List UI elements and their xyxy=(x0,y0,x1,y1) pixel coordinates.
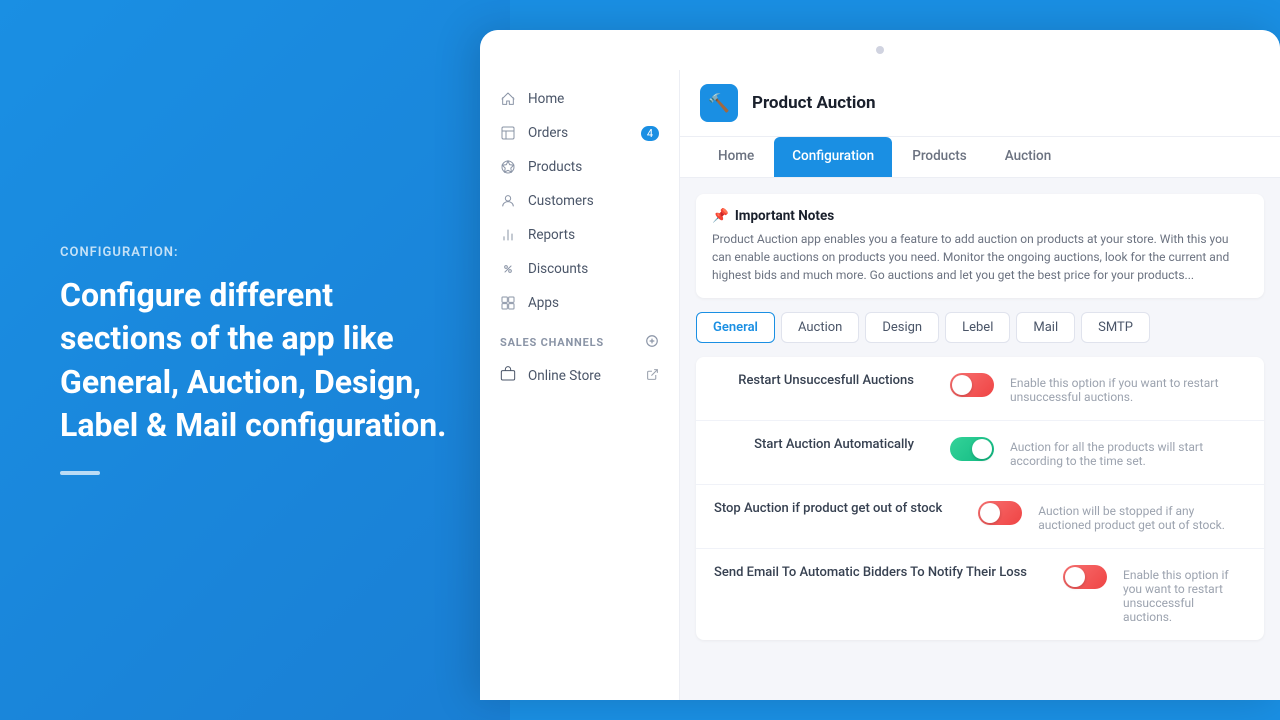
reports-icon xyxy=(500,227,516,243)
setting-row-restart: Restart Unsuccesfull Auctions Enable thi… xyxy=(696,357,1264,421)
setting-row-stop-out-of-stock: Stop Auction if product get out of stock… xyxy=(696,485,1264,549)
topbar-dot xyxy=(876,46,884,54)
home-icon xyxy=(500,91,516,107)
apps-icon xyxy=(500,295,516,311)
sidebar: Home Orders 4 Products xyxy=(480,70,680,700)
sidebar-item-customers[interactable]: Customers xyxy=(480,184,679,218)
setting-label-stop-oos: Stop Auction if product get out of stock xyxy=(714,501,962,516)
important-notes-box: 📌 Important Notes Product Auction app en… xyxy=(696,194,1264,298)
sidebar-orders-label: Orders xyxy=(528,125,568,141)
settings-section: Restart Unsuccesfull Auctions Enable thi… xyxy=(696,357,1264,640)
config-tab-label[interactable]: Lebel xyxy=(945,312,1010,343)
sidebar-item-products[interactable]: Products xyxy=(480,150,679,184)
setting-desc-restart: Enable this option if you want to restar… xyxy=(1010,376,1246,404)
app-header: 🔨 Product Auction xyxy=(680,70,1280,137)
config-tab-design[interactable]: Design xyxy=(865,312,939,343)
notes-text: Product Auction app enables you a featur… xyxy=(712,230,1248,284)
app-title: Product Auction xyxy=(752,93,876,113)
setting-desc-send-email: Enable this option if you want to restar… xyxy=(1123,568,1246,624)
notes-icon: 📌 xyxy=(712,208,729,224)
toggle-restart[interactable] xyxy=(950,373,994,397)
config-tab-auction[interactable]: Auction xyxy=(781,312,859,343)
config-heading: Configure different sections of the app … xyxy=(60,274,450,447)
add-channel-icon[interactable] xyxy=(645,334,659,351)
sidebar-home-label: Home xyxy=(528,91,564,107)
tab-auction[interactable]: Auction xyxy=(987,137,1070,177)
config-tab-general[interactable]: General xyxy=(696,312,775,343)
sidebar-reports-label: Reports xyxy=(528,227,575,243)
toggle-stop-oos[interactable] xyxy=(978,501,1022,525)
toggle-send-email[interactable] xyxy=(1063,565,1107,589)
config-tab-mail[interactable]: Mail xyxy=(1016,312,1075,343)
toggle-start-auto[interactable] xyxy=(950,437,994,461)
sidebar-item-orders[interactable]: Orders 4 xyxy=(480,116,679,150)
setting-label-send-email: Send Email To Automatic Bidders To Notif… xyxy=(714,565,1047,580)
external-link-icon xyxy=(646,368,659,385)
setting-label-restart: Restart Unsuccesfull Auctions xyxy=(714,373,934,388)
sidebar-item-online-store[interactable]: Online Store xyxy=(480,357,679,395)
config-label: CONFIGURATION: xyxy=(60,245,450,260)
orders-icon xyxy=(500,125,516,141)
sales-channels-label: SALES CHANNELS xyxy=(500,336,604,349)
sidebar-item-home[interactable]: Home xyxy=(480,82,679,116)
config-tabs: General Auction Design Lebel Mail SMTP xyxy=(696,312,1264,343)
tab-home[interactable]: Home xyxy=(700,137,772,177)
config-tab-smtp[interactable]: SMTP xyxy=(1081,312,1150,343)
setting-row-start-auto: Start Auction Automatically Auction for … xyxy=(696,421,1264,485)
notes-title: 📌 Important Notes xyxy=(712,208,1248,224)
app-logo: 🔨 xyxy=(700,84,738,122)
setting-desc-start-auto: Auction for all the products will start … xyxy=(1010,440,1246,468)
main-content: 🔨 Product Auction Home Configuration Pro… xyxy=(680,70,1280,700)
products-icon xyxy=(500,159,516,175)
sidebar-item-discounts[interactable]: Discounts xyxy=(480,252,679,286)
card-topbar xyxy=(480,30,1280,70)
config-divider xyxy=(60,471,100,475)
sidebar-products-label: Products xyxy=(528,159,582,175)
customers-icon xyxy=(500,193,516,209)
online-store-icon xyxy=(500,366,516,386)
setting-label-start-auto: Start Auction Automatically xyxy=(714,437,934,452)
tab-configuration[interactable]: Configuration xyxy=(774,137,892,177)
sidebar-item-reports[interactable]: Reports xyxy=(480,218,679,252)
orders-badge: 4 xyxy=(641,126,659,141)
sidebar-customers-label: Customers xyxy=(528,193,594,209)
sidebar-item-apps[interactable]: Apps xyxy=(480,286,679,320)
sidebar-apps-label: Apps xyxy=(528,295,559,311)
setting-row-send-email: Send Email To Automatic Bidders To Notif… xyxy=(696,549,1264,640)
tab-products[interactable]: Products xyxy=(894,137,984,177)
content-area: 📌 Important Notes Product Auction app en… xyxy=(680,178,1280,700)
sidebar-discounts-label: Discounts xyxy=(528,261,588,277)
setting-desc-stop-oos: Auction will be stopped if any auctioned… xyxy=(1038,504,1246,532)
online-store-label: Online Store xyxy=(528,368,601,384)
nav-tabs: Home Configuration Products Auction xyxy=(680,137,1280,178)
sales-channels-section: SALES CHANNELS xyxy=(480,320,679,357)
card-body: Home Orders 4 Products xyxy=(480,70,1280,700)
discounts-icon xyxy=(500,261,516,277)
app-card: Home Orders 4 Products xyxy=(480,30,1280,700)
left-panel: CONFIGURATION: Configure different secti… xyxy=(0,0,510,720)
